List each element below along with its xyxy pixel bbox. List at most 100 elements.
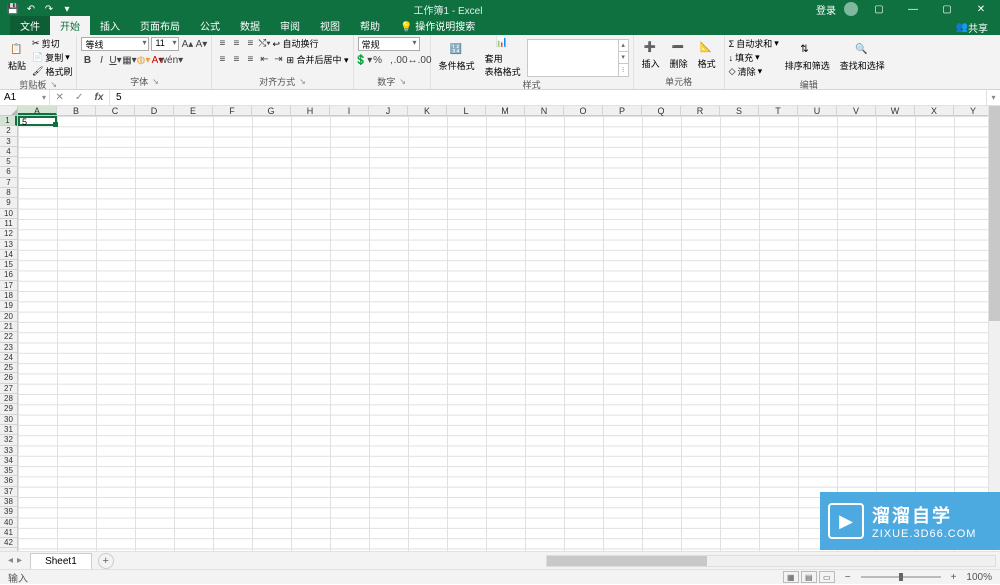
font-launcher-icon[interactable]: ↘ [152,77,159,86]
row-header-37[interactable]: 37 [0,487,17,497]
col-header-T[interactable]: T [759,106,798,115]
row-header-40[interactable]: 40 [0,518,17,528]
font-size-select[interactable]: 11 [151,37,179,51]
orientation-icon[interactable]: ⤭▾ [258,38,270,50]
col-header-V[interactable]: V [837,106,876,115]
copy-button[interactable]: 📄复制 ▾ [32,51,72,64]
row-header-18[interactable]: 18 [0,291,17,301]
formula-input[interactable]: 5 [110,90,986,105]
wrap-text-button[interactable]: ↩ 自动换行 [272,37,318,50]
find-select-button[interactable]: 🔍 查找和选择 [836,44,889,72]
table-format-button[interactable]: 📊 套用 表格格式 [481,37,525,78]
row-header-27[interactable]: 27 [0,384,17,394]
tab-help[interactable]: 帮助 [350,16,390,35]
row-header-28[interactable]: 28 [0,394,17,404]
clear-button[interactable]: ◇清除 ▾ [729,65,779,78]
col-header-I[interactable]: I [330,106,369,115]
col-header-M[interactable]: M [486,106,525,115]
col-header-L[interactable]: L [447,106,486,115]
sheet-tab-1[interactable]: Sheet1 [30,553,92,569]
col-header-H[interactable]: H [291,106,330,115]
redo-icon[interactable]: ↷ [42,2,56,16]
gallery-more-icon[interactable]: ⁝ [619,64,628,75]
indent-increase-icon[interactable]: ⇥ [272,54,284,66]
col-header-S[interactable]: S [720,106,759,115]
decrease-font-icon[interactable]: A▾ [195,38,207,50]
cut-button[interactable]: ✂剪切 [32,37,72,50]
row-header-32[interactable]: 32 [0,435,17,445]
paste-button[interactable]: 📋 粘贴 [4,44,30,72]
zoom-in-icon[interactable]: + [951,572,957,583]
row-header-5[interactable]: 5 [0,157,17,167]
row-header-36[interactable]: 36 [0,476,17,486]
active-cell[interactable]: 5 [18,116,57,126]
format-cells-button[interactable]: 📐 格式 [694,42,720,70]
user-avatar-icon[interactable] [844,2,858,16]
tab-layout[interactable]: 页面布局 [130,16,190,35]
gallery-down-icon[interactable]: ▾ [619,52,628,64]
tab-file[interactable]: 文件 [10,16,50,35]
row-header-7[interactable]: 7 [0,178,17,188]
number-format-select[interactable]: 常规 [358,37,420,51]
row-header-29[interactable]: 29 [0,404,17,414]
align-center-icon[interactable]: ≡ [230,54,242,66]
minimize-icon[interactable]: — [900,2,926,16]
fill-button[interactable]: ↓填充 ▾ [729,51,779,64]
col-header-C[interactable]: C [96,106,135,115]
row-header-12[interactable]: 12 [0,229,17,239]
border-button[interactable]: ▦▾ [123,54,135,66]
row-header-9[interactable]: 9 [0,198,17,208]
qat-dropdown-icon[interactable]: ▾ [60,2,74,16]
row-header-16[interactable]: 16 [0,270,17,280]
align-right-icon[interactable]: ≡ [244,54,256,66]
col-header-B[interactable]: B [57,106,96,115]
col-header-P[interactable]: P [603,106,642,115]
row-header-23[interactable]: 23 [0,343,17,353]
row-header-31[interactable]: 31 [0,425,17,435]
delete-cells-button[interactable]: ➖ 删除 [666,42,692,70]
row-header-34[interactable]: 34 [0,456,17,466]
zoom-out-icon[interactable]: − [845,572,851,583]
tab-tellme[interactable]: 💡 操作说明搜索 [390,16,485,35]
phonetic-button[interactable]: wén▾ [165,54,177,66]
fill-handle[interactable] [53,122,58,127]
col-header-N[interactable]: N [525,106,564,115]
col-header-F[interactable]: F [213,106,252,115]
cells-area[interactable]: 5 [18,116,1000,551]
col-header-E[interactable]: E [174,106,213,115]
tab-insert[interactable]: 插入 [90,16,130,35]
sheet-next-icon[interactable]: ▸ [17,555,22,566]
row-header-10[interactable]: 10 [0,209,17,219]
row-header-24[interactable]: 24 [0,353,17,363]
expand-formula-icon[interactable]: ▾ [986,90,1000,105]
clipboard-launcher-icon[interactable]: ↘ [50,80,57,89]
decrease-decimal-icon[interactable]: ←.00 [414,54,426,66]
row-header-21[interactable]: 21 [0,322,17,332]
row-header-17[interactable]: 17 [0,281,17,291]
tab-home[interactable]: 开始 [50,16,90,35]
alignment-launcher-icon[interactable]: ↘ [299,77,306,86]
italic-button[interactable]: I [95,54,107,66]
row-header-41[interactable]: 41 [0,528,17,538]
increase-font-icon[interactable]: A▴ [181,38,193,50]
name-box[interactable]: A1 [0,90,50,105]
currency-icon[interactable]: 💲▾ [358,54,370,66]
select-all-corner[interactable] [0,106,18,116]
row-header-33[interactable]: 33 [0,446,17,456]
vertical-scrollbar[interactable] [988,106,1000,536]
cell-styles-gallery[interactable]: ▴ ▾ ⁝ [527,39,629,77]
col-header-G[interactable]: G [252,106,291,115]
row-header-14[interactable]: 14 [0,250,17,260]
row-header-20[interactable]: 20 [0,312,17,322]
align-bottom-icon[interactable]: ≡ [244,38,256,50]
close-icon[interactable]: ✕ [968,2,994,16]
format-painter-button[interactable]: 🖌格式刷 [32,65,72,78]
row-header-26[interactable]: 26 [0,373,17,383]
col-header-X[interactable]: X [915,106,954,115]
save-icon[interactable]: 💾 [6,2,20,16]
row-header-1[interactable]: 1 [0,116,17,126]
row-header-2[interactable]: 2 [0,126,17,136]
tab-view[interactable]: 视图 [310,16,350,35]
user-name[interactable]: 登录 [816,2,836,17]
percent-icon[interactable]: % [372,54,384,66]
